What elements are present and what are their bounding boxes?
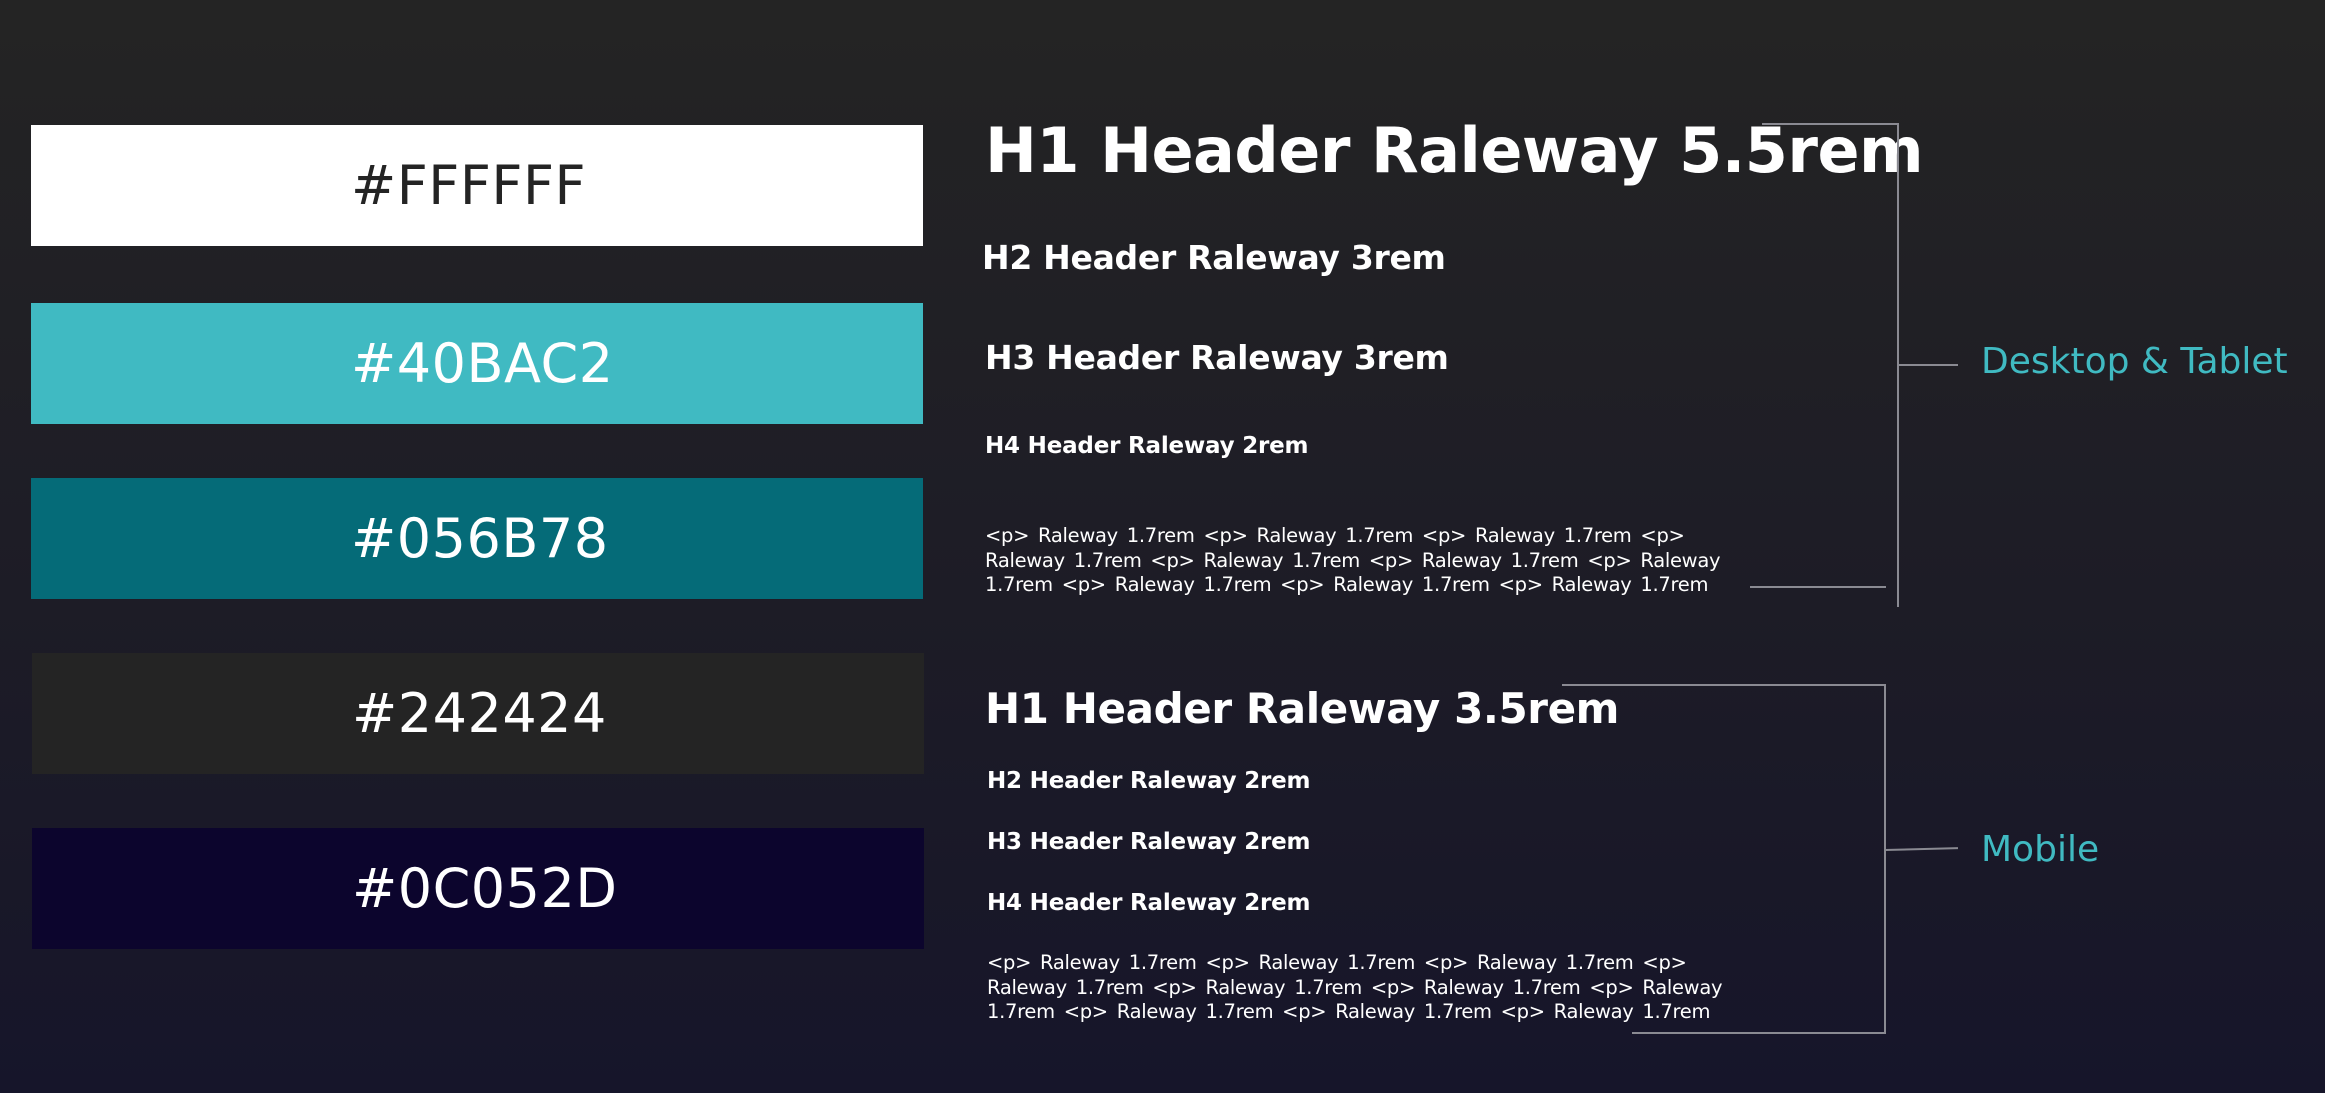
- mobile-bracket-vertical: [1884, 684, 1886, 1034]
- mobile-h4-sample: H4 Header Raleway 2rem: [987, 890, 1311, 916]
- mobile-bracket-bottom: [1632, 1032, 1886, 1034]
- desktop-bracket-bottom: [1750, 586, 1886, 588]
- color-swatch-ffffff: #FFFFFF: [31, 125, 923, 246]
- mobile-bracket-connector: [1884, 847, 1959, 851]
- desktop-bracket-top: [1762, 123, 1898, 125]
- color-swatch-40bac2: #40BAC2: [31, 303, 923, 424]
- mobile-bracket-top: [1562, 684, 1886, 686]
- swatch-label: #40BAC2: [351, 332, 614, 395]
- swatch-label: #056B78: [351, 507, 609, 570]
- desktop-bracket-connector: [1898, 364, 1958, 366]
- swatch-label: #FFFFFF: [351, 154, 587, 217]
- color-swatch-056b78: #056B78: [31, 478, 923, 599]
- mobile-h2-sample: H2 Header Raleway 2rem: [987, 768, 1311, 794]
- mobile-paragraph-sample: <p> Raleway 1.7rem <p> Raleway 1.7rem <p…: [987, 951, 1723, 1023]
- desktop-tablet-label: Desktop & Tablet: [1981, 341, 2288, 382]
- desktop-h4-sample: H4 Header Raleway 2rem: [985, 433, 1309, 459]
- mobile-h3-sample: H3 Header Raleway 2rem: [987, 829, 1311, 855]
- desktop-h3-sample: H3 Header Raleway 3rem: [985, 338, 1449, 377]
- color-swatch-242424: #242424: [32, 653, 924, 774]
- swatch-label: #0C052D: [352, 857, 618, 920]
- mobile-label: Mobile: [1981, 829, 2100, 870]
- swatch-label: #242424: [352, 682, 607, 745]
- desktop-h1-sample: H1 Header Raleway 5.5rem: [985, 114, 1924, 187]
- mobile-h1-sample: H1 Header Raleway 3.5rem: [985, 684, 1620, 733]
- color-swatch-0c052d: #0C052D: [32, 828, 924, 949]
- desktop-paragraph-sample: <p> Raleway 1.7rem <p> Raleway 1.7rem <p…: [985, 524, 1721, 596]
- desktop-h2-sample: H2 Header Raleway 3rem: [982, 238, 1446, 277]
